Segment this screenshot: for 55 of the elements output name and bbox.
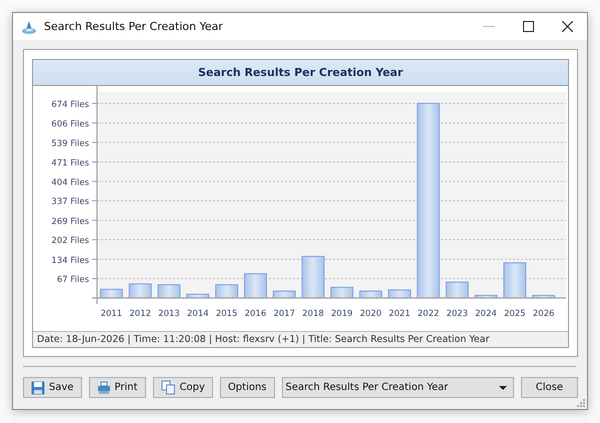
x-tick-label: 2022 <box>418 309 440 319</box>
x-tick-label: 2013 <box>158 309 180 319</box>
x-tick-label: 2023 <box>446 309 468 319</box>
chart-title: Search Results Per Creation Year <box>33 60 568 86</box>
window-title: Search Results Per Creation Year <box>44 20 223 33</box>
bar <box>503 262 526 298</box>
x-tick-label: 2018 <box>302 309 324 319</box>
x-tick-label: 2021 <box>388 309 410 319</box>
y-tick-label: 674 Files <box>51 100 89 110</box>
y-tick-label: 471 Files <box>51 158 89 168</box>
bar <box>532 294 556 298</box>
bar <box>446 282 469 298</box>
x-tick-label: 2011 <box>100 309 122 319</box>
copy-icon <box>160 380 176 395</box>
print-button[interactable]: Print <box>88 377 146 398</box>
y-tick-label: 67 Files <box>56 275 89 286</box>
bar <box>359 290 382 298</box>
x-tick-label: 2026 <box>532 309 554 319</box>
x-tick-label: 2019 <box>331 309 353 319</box>
y-tick-label: 606 Files <box>51 120 89 130</box>
bar <box>100 288 123 298</box>
report-dropdown[interactable]: Search Results Per Creation Year <box>282 377 514 398</box>
y-tick-label: 539 Files <box>51 138 89 149</box>
y-tick-label: 337 Files <box>51 197 89 208</box>
bar <box>302 256 325 298</box>
save-button[interactable]: Save <box>23 377 82 398</box>
maximize-icon[interactable] <box>523 21 534 32</box>
y-tick-label: 404 Files <box>51 178 89 188</box>
x-tick-label: 2012 <box>129 309 152 319</box>
bar <box>330 286 354 298</box>
x-tick-label: 2024 <box>475 309 497 319</box>
copy-button[interactable]: Copy <box>152 377 213 398</box>
options-button[interactable]: Options <box>220 377 275 398</box>
caret-icon <box>498 386 507 390</box>
x-tick-label: 2016 <box>244 309 266 319</box>
y-tick-label: 134 Files <box>51 256 89 266</box>
x-tick-label: 2020 <box>360 309 382 319</box>
resize-grip-icon[interactable] <box>577 399 585 407</box>
bar <box>244 273 267 298</box>
bar <box>186 294 210 298</box>
x-tick-label: 2017 <box>273 309 296 319</box>
close-icon[interactable] <box>562 21 573 32</box>
bar <box>474 294 498 298</box>
x-tick-label: 2025 <box>504 309 526 319</box>
close-button[interactable]: Close <box>520 377 578 398</box>
app-icon <box>21 18 37 34</box>
bar <box>215 284 238 298</box>
y-tick-label: 202 Files <box>51 236 89 246</box>
y-tick-label: 269 Files <box>51 216 89 227</box>
x-tick-label: 2014 <box>187 309 209 319</box>
bar <box>158 284 180 298</box>
bar <box>128 283 152 298</box>
bar <box>272 290 296 298</box>
x-tick-label: 2015 <box>216 309 238 319</box>
printer-icon <box>96 380 111 394</box>
